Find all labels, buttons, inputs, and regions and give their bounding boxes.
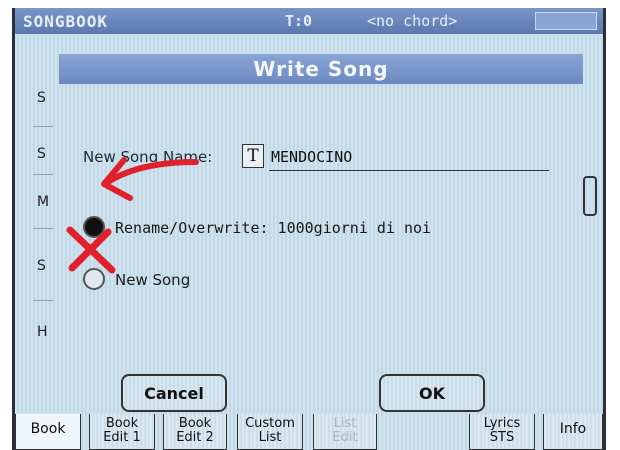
title-right-box xyxy=(535,12,597,30)
bottom-tab-bar: Book Book Edit 1 Book Edit 2 Custom List… xyxy=(15,414,603,450)
text-edit-icon[interactable]: T xyxy=(242,144,264,168)
chord-indicator: <no chord> xyxy=(367,12,458,30)
scroll-handle[interactable] xyxy=(583,176,597,216)
tab-label: Custom xyxy=(245,416,295,431)
tab-book-edit-1[interactable]: Book Edit 1 xyxy=(89,414,155,450)
tab-lyrics-sts[interactable]: Lyrics STS xyxy=(469,414,535,450)
tempo-indicator: T:0 xyxy=(285,12,313,30)
tab-list-edit: List Edit xyxy=(313,414,377,450)
tab-label: Edit 1 xyxy=(103,430,141,445)
dialog-title: Write Song xyxy=(59,54,583,84)
separator xyxy=(33,174,53,175)
new-song-label[interactable]: New Song xyxy=(115,271,190,289)
song-name-field[interactable]: MENDOCINO xyxy=(271,148,352,166)
tab-label: List xyxy=(258,430,282,445)
left-column-letter: M xyxy=(37,194,50,210)
tab-label: Lyrics xyxy=(483,416,521,431)
song-name-underline xyxy=(269,170,549,171)
tab-label: Edit 2 xyxy=(176,430,214,445)
tab-label: Edit xyxy=(332,430,358,445)
cancel-button[interactable]: Cancel xyxy=(121,374,227,412)
tab-label: Book xyxy=(30,421,66,437)
new-song-radio[interactable] xyxy=(83,268,105,290)
rename-overwrite-label[interactable]: Rename/Overwrite: 1000giorni di noi xyxy=(115,219,431,237)
separator xyxy=(33,126,53,127)
left-column-letter: S xyxy=(37,146,46,162)
rename-overwrite-radio[interactable] xyxy=(83,216,105,238)
display-screen: SONGBOOK T:0 <no chord> S S M S H Write … xyxy=(12,8,606,450)
tab-label: STS xyxy=(489,430,515,445)
tab-info[interactable]: Info xyxy=(543,414,603,450)
tab-book[interactable]: Book xyxy=(15,414,81,450)
title-bar: SONGBOOK T:0 <no chord> xyxy=(15,8,603,34)
left-column-letter: H xyxy=(37,324,48,340)
left-column-letter: S xyxy=(37,90,46,106)
separator xyxy=(33,228,53,229)
tab-label: Info xyxy=(559,421,587,437)
tab-custom-list[interactable]: Custom List xyxy=(237,414,303,450)
tab-label: List xyxy=(333,416,357,431)
device-bezel: SONGBOOK T:0 <no chord> S S M S H Write … xyxy=(0,0,620,450)
left-column: S S M S H xyxy=(15,34,55,414)
ok-button[interactable]: OK xyxy=(379,374,485,412)
left-column-letter: S xyxy=(37,258,46,274)
dialog-body: New Song Name: T MENDOCINO Rename/Overwr… xyxy=(59,84,583,412)
separator xyxy=(33,300,53,301)
write-song-dialog: Write Song New Song Name: T MENDOCINO Re… xyxy=(59,54,583,412)
song-name-label: New Song Name: xyxy=(83,148,213,166)
app-title: SONGBOOK xyxy=(23,12,109,31)
tab-book-edit-2[interactable]: Book Edit 2 xyxy=(163,414,227,450)
tab-label: Book xyxy=(178,416,212,431)
tab-label: Book xyxy=(105,416,139,431)
